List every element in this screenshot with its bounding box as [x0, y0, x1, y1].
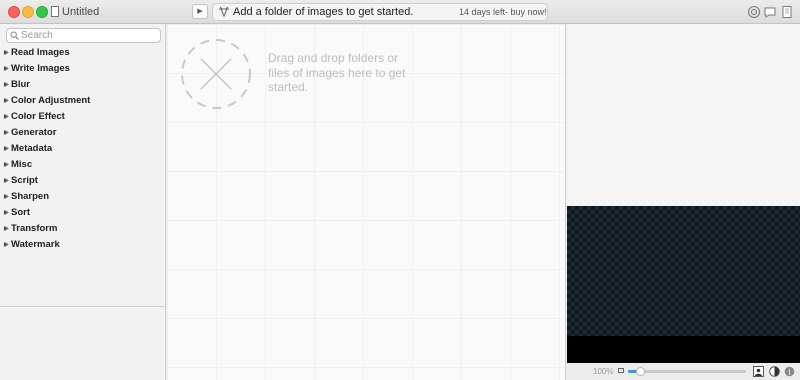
- sidebar-item-generator[interactable]: ▶ Generator: [0, 125, 166, 141]
- sidebar-item-color-effect[interactable]: ▶ Color Effect: [0, 109, 166, 125]
- drop-zone[interactable]: [180, 38, 252, 110]
- sidebar-item-label: Sort: [11, 207, 30, 218]
- magnifier-icon: [10, 31, 19, 40]
- sidebar-item-label: Watermark: [11, 239, 60, 250]
- zoom-slider[interactable]: [628, 367, 746, 376]
- preview-footer: 100% i: [567, 363, 800, 380]
- search-field[interactable]: [6, 28, 161, 43]
- contrast-icon[interactable]: [769, 366, 780, 377]
- sidebar-item-label: Metadata: [11, 143, 53, 154]
- disclosure-triangle-icon[interactable]: ▶: [4, 141, 11, 157]
- wizard-hat-icon: [219, 6, 229, 18]
- disclosure-triangle-icon[interactable]: ▶: [4, 45, 11, 61]
- sidebar-item-sort[interactable]: ▶ Sort: [0, 205, 166, 221]
- disclosure-triangle-icon[interactable]: ▶: [4, 189, 11, 205]
- status-field: Add a folder of images to get started. 1…: [212, 3, 548, 21]
- sidebar-item-label: Read Images: [11, 47, 70, 58]
- sidebar-item-blur[interactable]: ▶ Blur: [0, 77, 166, 93]
- workflow-canvas[interactable]: Drag and drop folders or files of images…: [167, 24, 566, 380]
- disclosure-triangle-icon[interactable]: ▶: [4, 237, 11, 253]
- svg-text:i: i: [788, 368, 791, 377]
- disclosure-triangle-icon[interactable]: ▶: [4, 109, 11, 125]
- preview-image: [567, 206, 800, 336]
- search-icon[interactable]: [747, 5, 761, 19]
- close-button[interactable]: [8, 6, 20, 18]
- title-bar: Untitled ▶ Add a folder of images to get…: [0, 0, 800, 24]
- sidebar-item-watermark[interactable]: ▶ Watermark: [0, 237, 166, 253]
- sidebar: ▶Read Images ▶Write Images ▶Blur ▶Color …: [0, 24, 166, 380]
- search-input[interactable]: [21, 29, 157, 42]
- sidebar-item-script[interactable]: ▶ Script: [0, 173, 166, 189]
- sidebar-item-label: Transform: [11, 223, 58, 234]
- minimize-button[interactable]: [22, 6, 34, 18]
- preview-pane: 100% i: [567, 24, 800, 380]
- sidebar-item-label: Generator: [11, 127, 57, 138]
- speech-bubble-icon[interactable]: [763, 5, 777, 19]
- disclosure-triangle-icon[interactable]: ▶: [4, 205, 11, 221]
- sidebar-item-transform[interactable]: ▶ Transform: [0, 221, 166, 237]
- disclosure-triangle-icon[interactable]: ▶: [4, 93, 11, 109]
- trial-link[interactable]: 14 days left- buy now!: [459, 7, 547, 17]
- sidebar-item-read-images[interactable]: ▶ Read Images: [0, 45, 166, 61]
- sidebar-divider: [0, 306, 166, 307]
- sidebar-item-sharpen[interactable]: ▶ Sharpen: [0, 189, 166, 205]
- x-icon: [200, 58, 232, 90]
- sidebar-item-label: Sharpen: [11, 191, 50, 202]
- sidebar-item-label: Color Effect: [11, 111, 65, 122]
- drop-instructions: Drag and drop folders or files of images…: [268, 51, 406, 94]
- disclosure-triangle-icon[interactable]: ▶: [4, 221, 11, 237]
- sidebar-item-label: Script: [11, 175, 38, 186]
- sidebar-item-color-adjustment[interactable]: ▶ Color Adjustment: [0, 93, 166, 109]
- sidebar-item-misc[interactable]: ▶ Misc: [0, 157, 166, 173]
- sidebar-item-metadata[interactable]: ▶ Metadata: [0, 141, 166, 157]
- zoom-level: 100%: [593, 367, 614, 376]
- play-button[interactable]: ▶: [192, 4, 208, 19]
- image-icon[interactable]: [753, 366, 764, 377]
- sidebar-item-label: Misc: [11, 159, 33, 170]
- sidebar-item-label: Blur: [11, 79, 30, 90]
- zoom-button[interactable]: [36, 6, 48, 18]
- sidebar-item-label: Color Adjustment: [11, 95, 91, 106]
- status-message: Add a folder of images to get started.: [233, 6, 414, 18]
- play-icon: ▶: [197, 8, 203, 15]
- disclosure-triangle-icon[interactable]: ▶: [4, 173, 11, 189]
- disclosure-triangle-icon[interactable]: ▶: [4, 157, 11, 173]
- disclosure-triangle-icon[interactable]: ▶: [4, 77, 11, 93]
- preview-bottom-bar: [567, 336, 800, 363]
- disclosure-triangle-icon[interactable]: ▶: [4, 125, 11, 141]
- note-icon[interactable]: [780, 5, 794, 19]
- sidebar-item-label: Write Images: [11, 63, 70, 74]
- zoom-slider-knob[interactable]: [635, 367, 645, 376]
- sidebar-item-write-images[interactable]: ▶ Write Images: [0, 61, 166, 77]
- info-icon[interactable]: i: [784, 366, 795, 377]
- document-icon: [51, 6, 59, 17]
- small-image-icon: [618, 368, 624, 373]
- disclosure-triangle-icon[interactable]: ▶: [4, 61, 11, 77]
- window-title: Untitled: [62, 6, 100, 18]
- category-list: ▶ Read Images ▶ Write Images ▶ Blur ▶ Color …: [0, 45, 166, 253]
